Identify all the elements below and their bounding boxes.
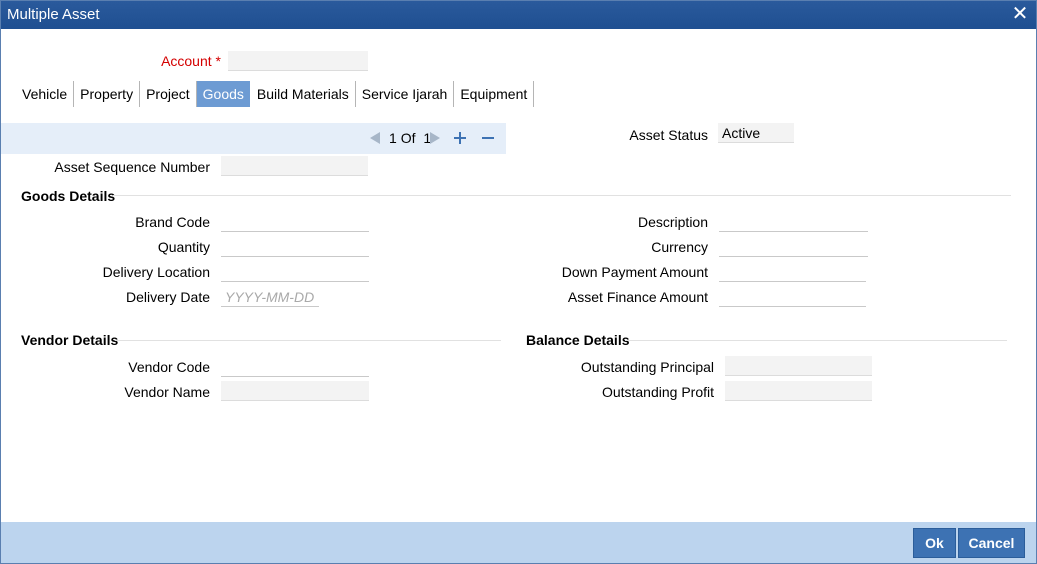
vendor-name-label: Vendor Name (124, 384, 210, 400)
window-title: Multiple Asset (7, 6, 100, 23)
required-marker: * (215, 53, 221, 69)
title-bar: Multiple Asset ✕ (1, 1, 1036, 29)
tab-equipment[interactable]: Equipment (454, 81, 535, 107)
outstanding-profit-label: Outstanding Profit (601, 384, 714, 400)
asset-sequence-label: Asset Sequence Number (54, 159, 210, 175)
brand-code-field[interactable] (221, 212, 369, 232)
asset-finance-label: Asset Finance Amount (567, 289, 708, 305)
down-payment-label: Down Payment Amount (561, 264, 708, 280)
description-label: Description (637, 214, 708, 230)
asset-finance-field[interactable] (719, 287, 866, 307)
vendor-details-heading: Vendor Details (21, 332, 119, 348)
account-label-text: Account (161, 53, 212, 69)
down-payment-field[interactable] (719, 262, 866, 282)
asset-status-label: Asset Status (629, 127, 708, 143)
record-counter: 1 Of 1 (389, 130, 431, 146)
vendor-code-label: Vendor Code (128, 359, 210, 375)
tab-goods[interactable]: Goods (196, 81, 250, 107)
brand-code-label: Brand Code (135, 214, 210, 230)
tab-project[interactable]: Project (140, 81, 197, 107)
currency-label: Currency (651, 239, 708, 255)
account-field[interactable] (228, 51, 368, 71)
vendor-details-rule (115, 340, 501, 341)
balance-details-heading: Balance Details (526, 332, 630, 348)
account-label: Account * (121, 53, 221, 69)
add-record-icon[interactable] (453, 131, 467, 148)
cancel-button[interactable]: Cancel (958, 528, 1025, 558)
vendor-name-field[interactable] (221, 381, 369, 401)
delivery-location-field[interactable] (221, 262, 369, 282)
outstanding-principal-field[interactable] (725, 356, 872, 376)
outstanding-principal-label: Outstanding Principal (580, 359, 714, 375)
tab-vehicle[interactable]: Vehicle (16, 81, 75, 107)
asset-sequence-field[interactable] (221, 156, 368, 176)
currency-field[interactable] (719, 237, 868, 257)
delivery-date-label: Delivery Date (125, 289, 210, 305)
delete-record-icon[interactable] (481, 131, 495, 148)
record-pager-bar: 1 Of 1 (1, 123, 506, 154)
vendor-code-field[interactable] (221, 357, 369, 377)
of-label: Of (400, 130, 416, 146)
footer-bar: Ok Cancel (1, 522, 1036, 563)
balance-details-rule (625, 340, 1007, 341)
quantity-field[interactable] (221, 237, 369, 257)
goods-details-rule (113, 195, 1011, 196)
ok-button[interactable]: Ok (913, 528, 956, 558)
tab-service-ijarah[interactable]: Service Ijarah (356, 81, 455, 107)
goods-details-heading: Goods Details (21, 188, 116, 204)
delivery-location-label: Delivery Location (102, 264, 210, 280)
multiple-asset-window: Multiple Asset ✕ Account * Vehicle Prope… (0, 0, 1037, 564)
current-record: 1 (389, 130, 397, 146)
quantity-label: Quantity (157, 239, 210, 255)
description-field[interactable] (719, 212, 868, 232)
previous-record-icon[interactable] (369, 131, 381, 148)
next-record-icon[interactable] (429, 131, 441, 148)
delivery-date-field[interactable] (221, 287, 319, 307)
close-icon[interactable]: ✕ (1010, 4, 1030, 24)
outstanding-profit-field[interactable] (725, 381, 872, 401)
tab-property[interactable]: Property (74, 81, 141, 107)
tab-build-materials[interactable]: Build Materials (251, 81, 356, 107)
asset-type-tabs: Vehicle Property Project Goods Build Mat… (16, 81, 535, 107)
asset-status-field[interactable] (718, 123, 794, 143)
